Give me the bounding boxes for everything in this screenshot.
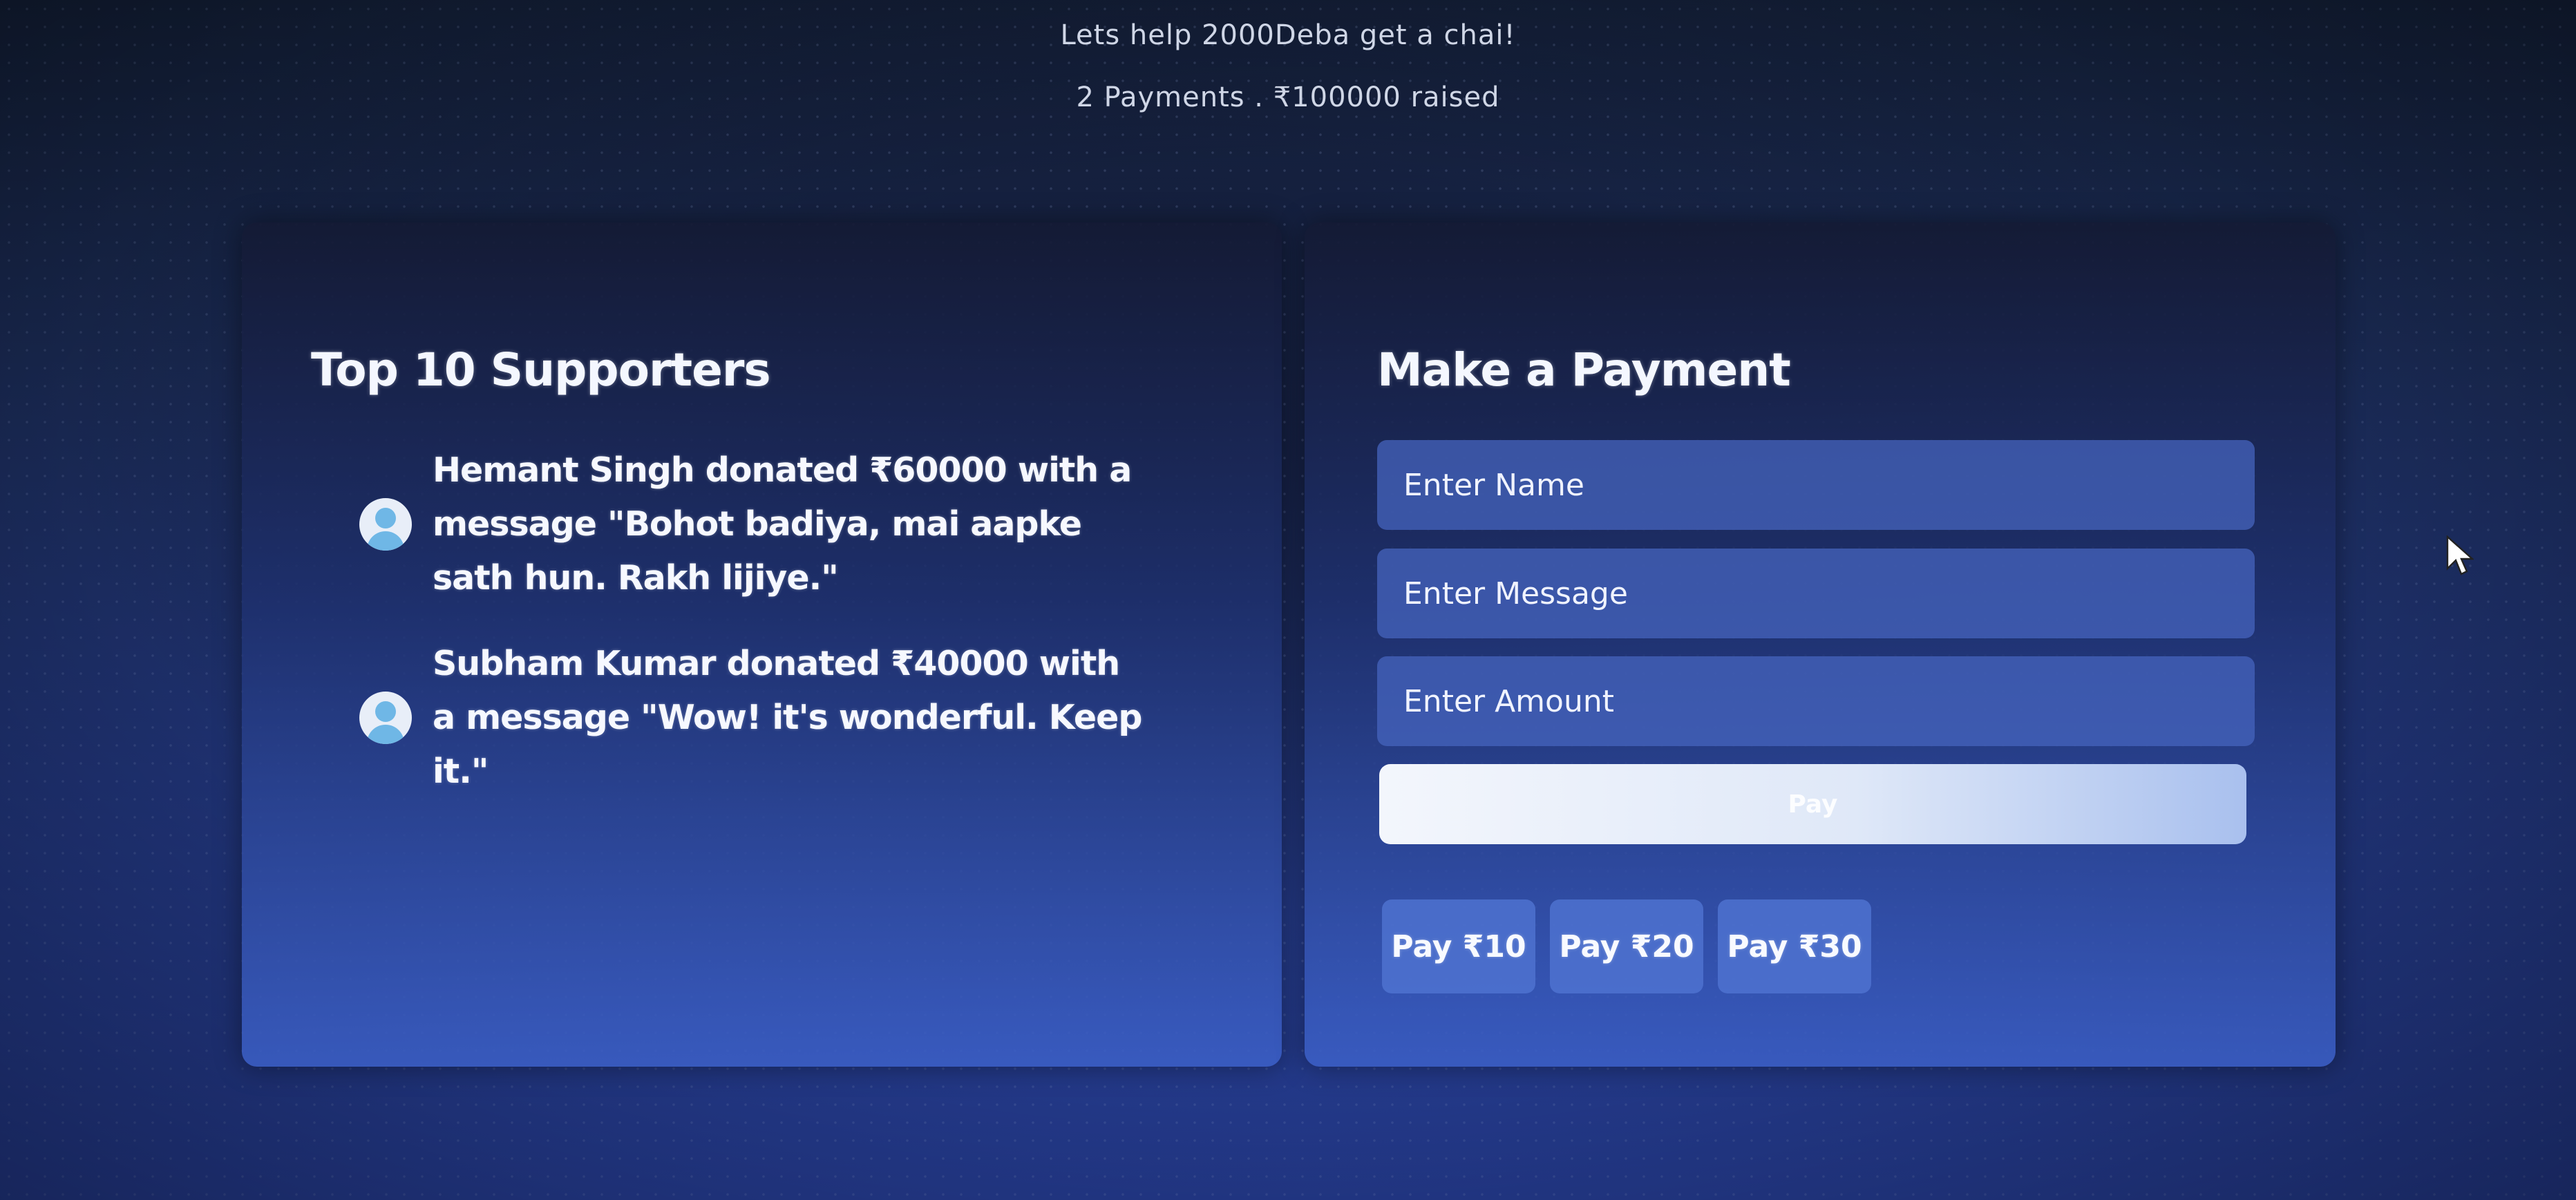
user-avatar-icon <box>359 692 412 744</box>
payment-stats: 2 Payments . ₹100000 raised <box>1076 82 1500 113</box>
supporters-heading: Top 10 Supporters <box>311 343 771 397</box>
payment-panel: Make a Payment Pay Pay ₹10 Pay ₹20 Pay ₹… <box>1305 222 2336 1067</box>
amount-field <box>1377 656 2255 746</box>
pay-30-button[interactable]: Pay ₹30 <box>1718 899 1871 993</box>
supporter-item: Subham Kumar donated ₹40000 with a messa… <box>359 637 1147 799</box>
page-title: Lets help 2000Deba get a chai! <box>1060 19 1516 51</box>
pay-20-button[interactable]: Pay ₹20 <box>1550 899 1703 993</box>
name-input[interactable] <box>1402 466 2255 504</box>
supporters-panel: Top 10 Supporters Hemant Singh donated ₹… <box>242 222 1282 1067</box>
message-input[interactable] <box>1402 575 2255 612</box>
user-avatar-icon <box>359 498 412 551</box>
supporter-item: Hemant Singh donated ₹60000 with a messa… <box>359 444 1147 605</box>
message-field <box>1377 549 2255 638</box>
pay-button[interactable]: Pay <box>1379 764 2246 844</box>
name-field <box>1377 440 2255 530</box>
page-header: Lets help 2000Deba get a chai! 2 Payment… <box>0 12 2576 113</box>
mouse-cursor-icon <box>2446 535 2474 575</box>
amount-input[interactable] <box>1402 683 2255 720</box>
supporter-text: Subham Kumar donated ₹40000 with a messa… <box>433 644 1142 791</box>
payment-heading: Make a Payment <box>1377 343 1791 397</box>
supporter-text: Hemant Singh donated ₹60000 with a messa… <box>433 450 1132 598</box>
pay-10-button[interactable]: Pay ₹10 <box>1382 899 1535 993</box>
